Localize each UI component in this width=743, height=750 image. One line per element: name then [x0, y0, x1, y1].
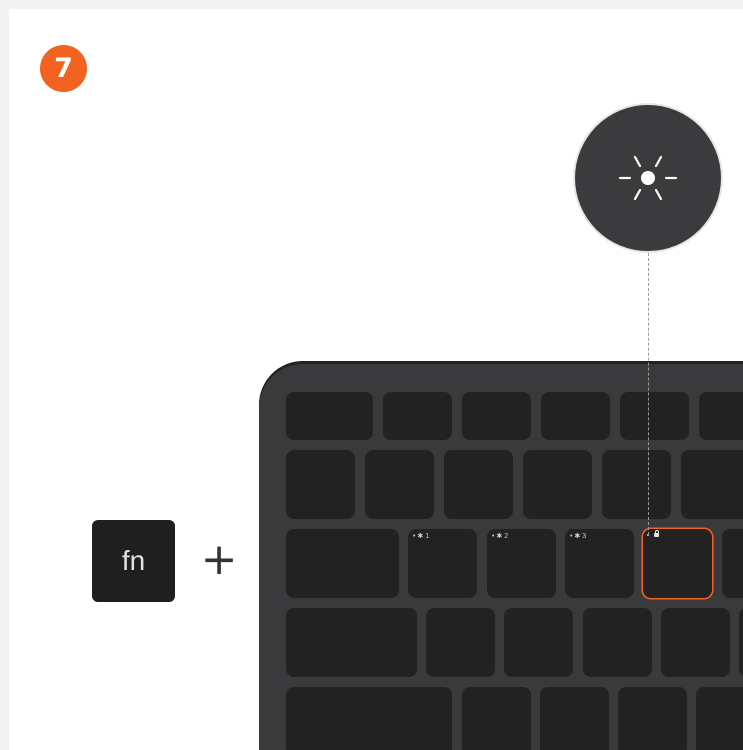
easy-switch-key-2: • ✱ 2: [487, 529, 556, 598]
keyboard-key: [365, 450, 434, 519]
keyboard-key: [696, 687, 743, 750]
keyboard-key: [699, 392, 743, 440]
instruction-card: 7 fn + • ✱ 1 • ✱ 2 • ✱ 3: [9, 9, 743, 750]
easy-switch-label-3: • ✱ 3: [570, 533, 587, 540]
backlight-key-highlighted: [643, 529, 712, 598]
keyboard-key: [523, 450, 592, 519]
fn-key: fn: [92, 520, 175, 602]
keyboard-key: [583, 608, 652, 677]
easy-switch-label-2: • ✱ 2: [492, 533, 509, 540]
keyboard-key: [286, 392, 373, 440]
keyboard-key: [541, 392, 610, 440]
shift-key: [286, 687, 452, 750]
caps-lock-key: [286, 608, 417, 677]
brightness-callout: [575, 105, 721, 251]
keyboard: • ✱ 1 • ✱ 2 • ✱ 3: [259, 361, 743, 750]
keyboard-key: [602, 450, 671, 519]
keyboard-key: [540, 687, 609, 750]
keyboard-key: [286, 450, 355, 519]
plus-sign: +: [200, 534, 238, 585]
easy-switch-key-1: • ✱ 1: [408, 529, 477, 598]
keyboard-key: [681, 450, 743, 519]
keyboard-key: [739, 608, 743, 677]
keyboard-key: [426, 608, 495, 677]
keyboard-key: [504, 608, 573, 677]
keyboard-key: [462, 687, 531, 750]
keyboard-key: [722, 529, 743, 598]
easy-switch-label-1: • ✱ 1: [413, 533, 430, 540]
keyboard-key: [620, 392, 689, 440]
callout-connector-line: [648, 253, 649, 535]
brightness-icon: [618, 155, 678, 201]
keyboard-key: [661, 608, 730, 677]
lock-icon: [654, 530, 659, 537]
step-badge: 7: [40, 45, 87, 92]
keyboard-key: [383, 392, 452, 440]
keyboard-key: [618, 687, 687, 750]
keyboard-key: [462, 392, 531, 440]
easy-switch-key-3: • ✱ 3: [565, 529, 634, 598]
keyboard-key: [444, 450, 513, 519]
tab-key: [286, 529, 399, 598]
